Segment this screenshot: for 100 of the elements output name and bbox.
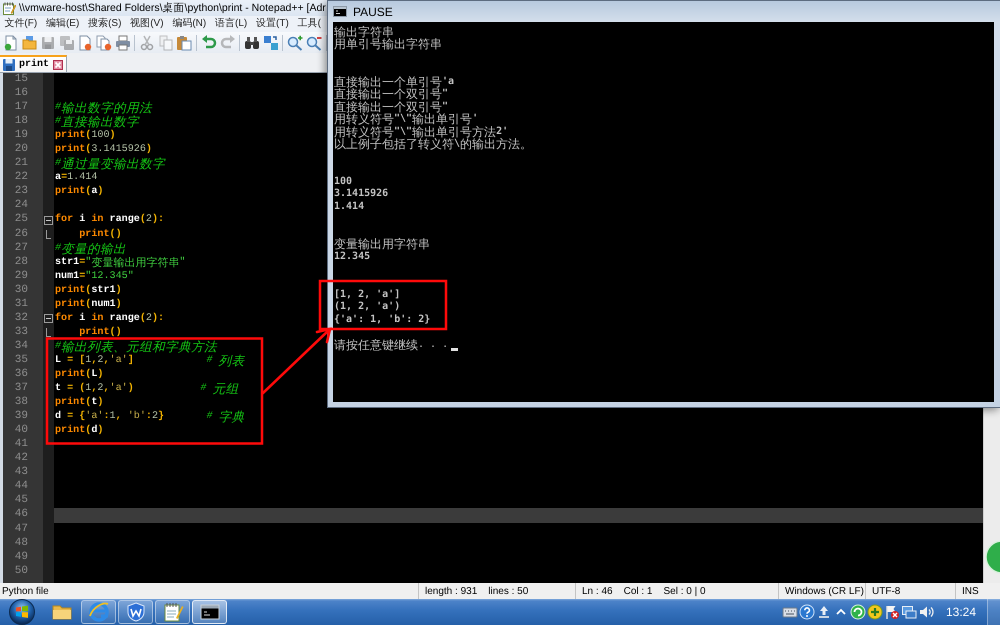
magnifier-minus-icon[interactable] bbox=[306, 34, 322, 50]
code-line: num1="12.345" bbox=[55, 270, 134, 284]
code-line: L = [1,2,'a'] # 列表 bbox=[55, 354, 245, 368]
line-number: 20 bbox=[14, 143, 28, 156]
code-line: #变量的输出 bbox=[55, 242, 126, 256]
menu-item[interactable]: 编辑(E) bbox=[42, 17, 84, 31]
menu-item[interactable]: 语言(L) bbox=[210, 17, 252, 31]
line-number: 47 bbox=[14, 522, 28, 534]
line-number: 38 bbox=[14, 396, 28, 408]
undo-icon[interactable] bbox=[200, 34, 217, 50]
tab[interactable]: print bbox=[0, 55, 68, 72]
replace-icon[interactable] bbox=[262, 34, 279, 50]
console-line: 12.345 bbox=[334, 250, 370, 264]
selection-info: Sel : 0 | 0 bbox=[664, 586, 706, 596]
console-line: 直接输出一个双引号" bbox=[334, 88, 448, 101]
taskbar-button[interactable] bbox=[192, 600, 227, 624]
code-line: #输出列表、元组和字典方法 bbox=[55, 340, 218, 354]
console-line: 用转义符号"\"输出单引号方法2' bbox=[334, 126, 508, 138]
pages-dot-icon[interactable] bbox=[96, 34, 112, 50]
line-number: 18 bbox=[14, 115, 28, 128]
console-line: {'a': 1, 'b': 2} bbox=[334, 314, 430, 326]
insert-mode-label: INS bbox=[962, 586, 979, 596]
menu-item[interactable]: 视图(V) bbox=[126, 17, 168, 31]
speaker-icon[interactable] bbox=[918, 604, 934, 620]
menu-item[interactable]: 编码(N) bbox=[168, 17, 211, 31]
code-line: print(t) bbox=[55, 396, 104, 410]
flag-cross-icon[interactable] bbox=[884, 604, 900, 620]
clock-time: 13:24 bbox=[946, 605, 976, 619]
line-number: 48 bbox=[14, 536, 28, 549]
taskbar-button[interactable] bbox=[155, 600, 190, 624]
line-ending-label: Windows (CR LF) bbox=[785, 586, 864, 596]
line-number: 15 bbox=[14, 73, 28, 85]
line-count: lines : 50 bbox=[488, 586, 528, 596]
line-number: 50 bbox=[14, 564, 28, 577]
code-line: print() bbox=[78, 326, 122, 340]
line-number: 21 bbox=[14, 157, 28, 170]
menu-item[interactable]: 设置(T) bbox=[252, 17, 294, 31]
help-icon[interactable] bbox=[798, 604, 815, 620]
menu-item[interactable]: 搜索(S) bbox=[84, 17, 126, 31]
fold-end-icon bbox=[46, 328, 51, 338]
fold-toggle-icon[interactable] bbox=[44, 314, 53, 324]
console-line: 变量输出用字符串 bbox=[334, 238, 430, 251]
fold-end-icon bbox=[46, 230, 51, 240]
console-line: [1, 2, 'a'] bbox=[334, 288, 400, 301]
monitor-icon[interactable] bbox=[900, 604, 917, 620]
code-line: #通过量变输出数字 bbox=[55, 157, 166, 172]
clipboard-icon[interactable] bbox=[176, 34, 192, 50]
cursor-line: Ln : 46 bbox=[582, 586, 613, 596]
shield-icon bbox=[124, 601, 146, 623]
printer-icon[interactable] bbox=[114, 34, 131, 50]
line-number: 19 bbox=[14, 129, 28, 142]
code-line: #输出数字的用法 bbox=[55, 101, 152, 116]
code-line: print(num1) bbox=[55, 298, 122, 312]
console-line: 直接输出一个双引号" bbox=[334, 100, 448, 114]
line-number: 23 bbox=[14, 185, 28, 198]
code-line: for i in range(2): bbox=[55, 312, 164, 326]
code-line: a=1.414 bbox=[55, 171, 98, 186]
document-length: length : 931 bbox=[425, 586, 478, 596]
line-number: 46 bbox=[14, 508, 28, 520]
code-line: str1="变量输出用字符串" bbox=[55, 256, 186, 270]
notepad-icon bbox=[162, 601, 184, 623]
magnifier-plus-icon[interactable] bbox=[287, 34, 304, 50]
fold-toggle-icon[interactable] bbox=[44, 216, 53, 225]
line-number: 25 bbox=[14, 213, 28, 226]
plus-circle-icon[interactable] bbox=[866, 604, 883, 620]
line-number: 39 bbox=[14, 410, 28, 422]
line-number: 27 bbox=[14, 242, 28, 254]
line-number: 35 bbox=[14, 354, 28, 366]
encoding-label: UTF-8 bbox=[872, 586, 900, 596]
show-desktop-button[interactable] bbox=[987, 599, 1000, 625]
line-number: 40 bbox=[14, 424, 28, 436]
line-number: 36 bbox=[14, 368, 28, 380]
swirl-circle-icon[interactable] bbox=[850, 604, 866, 620]
menu-item[interactable]: 文件(F) bbox=[0, 17, 42, 31]
line-number: 49 bbox=[14, 550, 28, 563]
line-number: 28 bbox=[14, 256, 28, 268]
line-number: 26 bbox=[14, 228, 28, 240]
console-line: 3.1415926 bbox=[334, 188, 388, 201]
line-number: 37 bbox=[14, 382, 28, 394]
line-number: 34 bbox=[14, 340, 28, 352]
console-line: 以上例子包括了转义符\的输出方法。 bbox=[334, 138, 532, 151]
menu-item[interactable]: 工具( bbox=[293, 17, 326, 31]
line-number: 24 bbox=[14, 199, 28, 212]
folder-icon[interactable] bbox=[22, 34, 38, 50]
start-orb-icon[interactable] bbox=[7, 599, 37, 625]
text-cursor-icon bbox=[451, 348, 458, 352]
new-file-icon[interactable] bbox=[3, 34, 19, 50]
close-icon[interactable] bbox=[53, 60, 64, 70]
file-type-label: Python file bbox=[2, 586, 49, 596]
line-number: 22 bbox=[14, 171, 28, 184]
line-number: 16 bbox=[14, 87, 28, 100]
line-number: 44 bbox=[14, 480, 28, 492]
console-line: 输出字符串 bbox=[334, 26, 394, 38]
console-line: 直接输出一个单引号'a bbox=[334, 76, 454, 88]
line-number: 45 bbox=[14, 494, 28, 506]
cursor-column: Col : 1 bbox=[624, 586, 652, 596]
letter-e-icon bbox=[88, 601, 110, 623]
console-line: 100 bbox=[334, 176, 352, 188]
console-line: 1.414 bbox=[334, 200, 364, 214]
binoculars-icon[interactable] bbox=[244, 34, 260, 50]
